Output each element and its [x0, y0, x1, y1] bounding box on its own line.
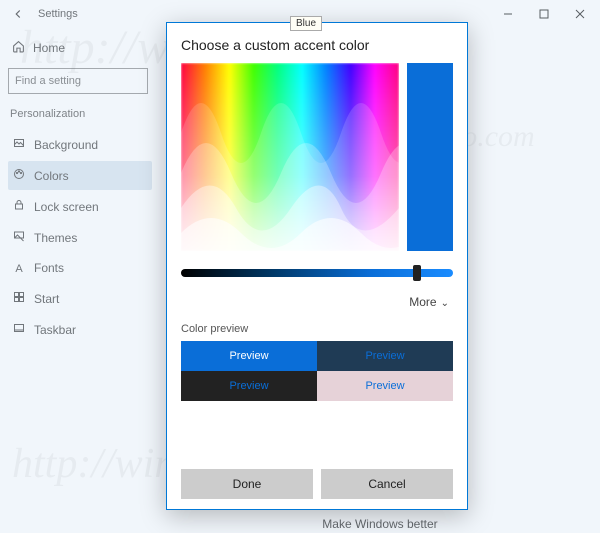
- start-icon: [12, 291, 26, 306]
- sidebar-item-label: Taskbar: [34, 323, 76, 337]
- home-icon: [12, 40, 25, 56]
- footer-hint: Make Windows better: [322, 517, 437, 531]
- value-slider[interactable]: [181, 269, 453, 287]
- preview-swatch-light-accent: Preview: [181, 341, 317, 371]
- done-button[interactable]: Done: [181, 469, 313, 499]
- sidebar-item-taskbar[interactable]: Taskbar: [8, 315, 152, 344]
- sidebar-item-label: Background: [34, 138, 98, 152]
- preview-label: Color preview: [181, 323, 453, 335]
- sidebar-item-colors[interactable]: Colors: [8, 161, 152, 190]
- sidebar-item-themes[interactable]: Themes: [8, 223, 152, 252]
- home-link[interactable]: Home: [8, 34, 152, 62]
- preview-swatch-dark1: Preview: [317, 341, 453, 371]
- sidebar-item-background[interactable]: Background: [8, 130, 152, 159]
- preview-swatch-dark2: Preview: [181, 371, 317, 401]
- sidebar-item-label: Lock screen: [34, 200, 99, 214]
- fonts-icon: A: [12, 261, 26, 275]
- color-field[interactable]: [181, 63, 399, 251]
- color-tooltip: Blue: [290, 16, 322, 31]
- back-button[interactable]: [8, 4, 28, 24]
- sidebar-item-label: Start: [34, 292, 59, 306]
- maximize-button[interactable]: [526, 0, 562, 28]
- sidebar-item-start[interactable]: Start: [8, 284, 152, 313]
- minimize-button[interactable]: [490, 0, 526, 28]
- preview-grid: Preview Preview Preview Preview: [181, 341, 453, 401]
- window-title: Settings: [38, 8, 78, 20]
- dialog-title: Choose a custom accent color: [181, 37, 453, 53]
- preview-swatch-subtle: Preview: [317, 371, 453, 401]
- themes-icon: [12, 230, 26, 245]
- search-input[interactable]: [8, 68, 148, 94]
- slider-thumb[interactable]: [413, 265, 421, 281]
- home-label: Home: [33, 41, 65, 55]
- close-button[interactable]: [562, 0, 598, 28]
- sidebar-item-lock-screen[interactable]: Lock screen: [8, 192, 152, 221]
- cancel-button[interactable]: Cancel: [321, 469, 453, 499]
- picture-icon: [12, 137, 26, 152]
- lock-icon: [12, 199, 26, 214]
- palette-icon: [12, 168, 26, 183]
- hue-preview-column[interactable]: [407, 63, 453, 251]
- sidebar: Home Personalization Background Colors: [0, 28, 160, 533]
- sidebar-item-label: Colors: [34, 169, 69, 183]
- taskbar-icon: [12, 322, 26, 337]
- section-label: Personalization: [10, 108, 152, 120]
- settings-window: Settings Home Personalization: [0, 0, 600, 533]
- color-picker-dialog: Choose a custom accent color More⌄ Color: [166, 22, 468, 510]
- nav-list: Background Colors Lock screen Themes: [8, 130, 152, 344]
- more-label: More: [409, 295, 436, 309]
- sidebar-item-fonts[interactable]: A Fonts: [8, 254, 152, 282]
- sidebar-item-label: Themes: [34, 231, 77, 245]
- more-toggle[interactable]: More ⌄: [181, 295, 453, 309]
- chevron-down-icon: ⌄: [441, 298, 449, 309]
- sidebar-item-label: Fonts: [34, 261, 64, 275]
- search-box[interactable]: [8, 68, 152, 94]
